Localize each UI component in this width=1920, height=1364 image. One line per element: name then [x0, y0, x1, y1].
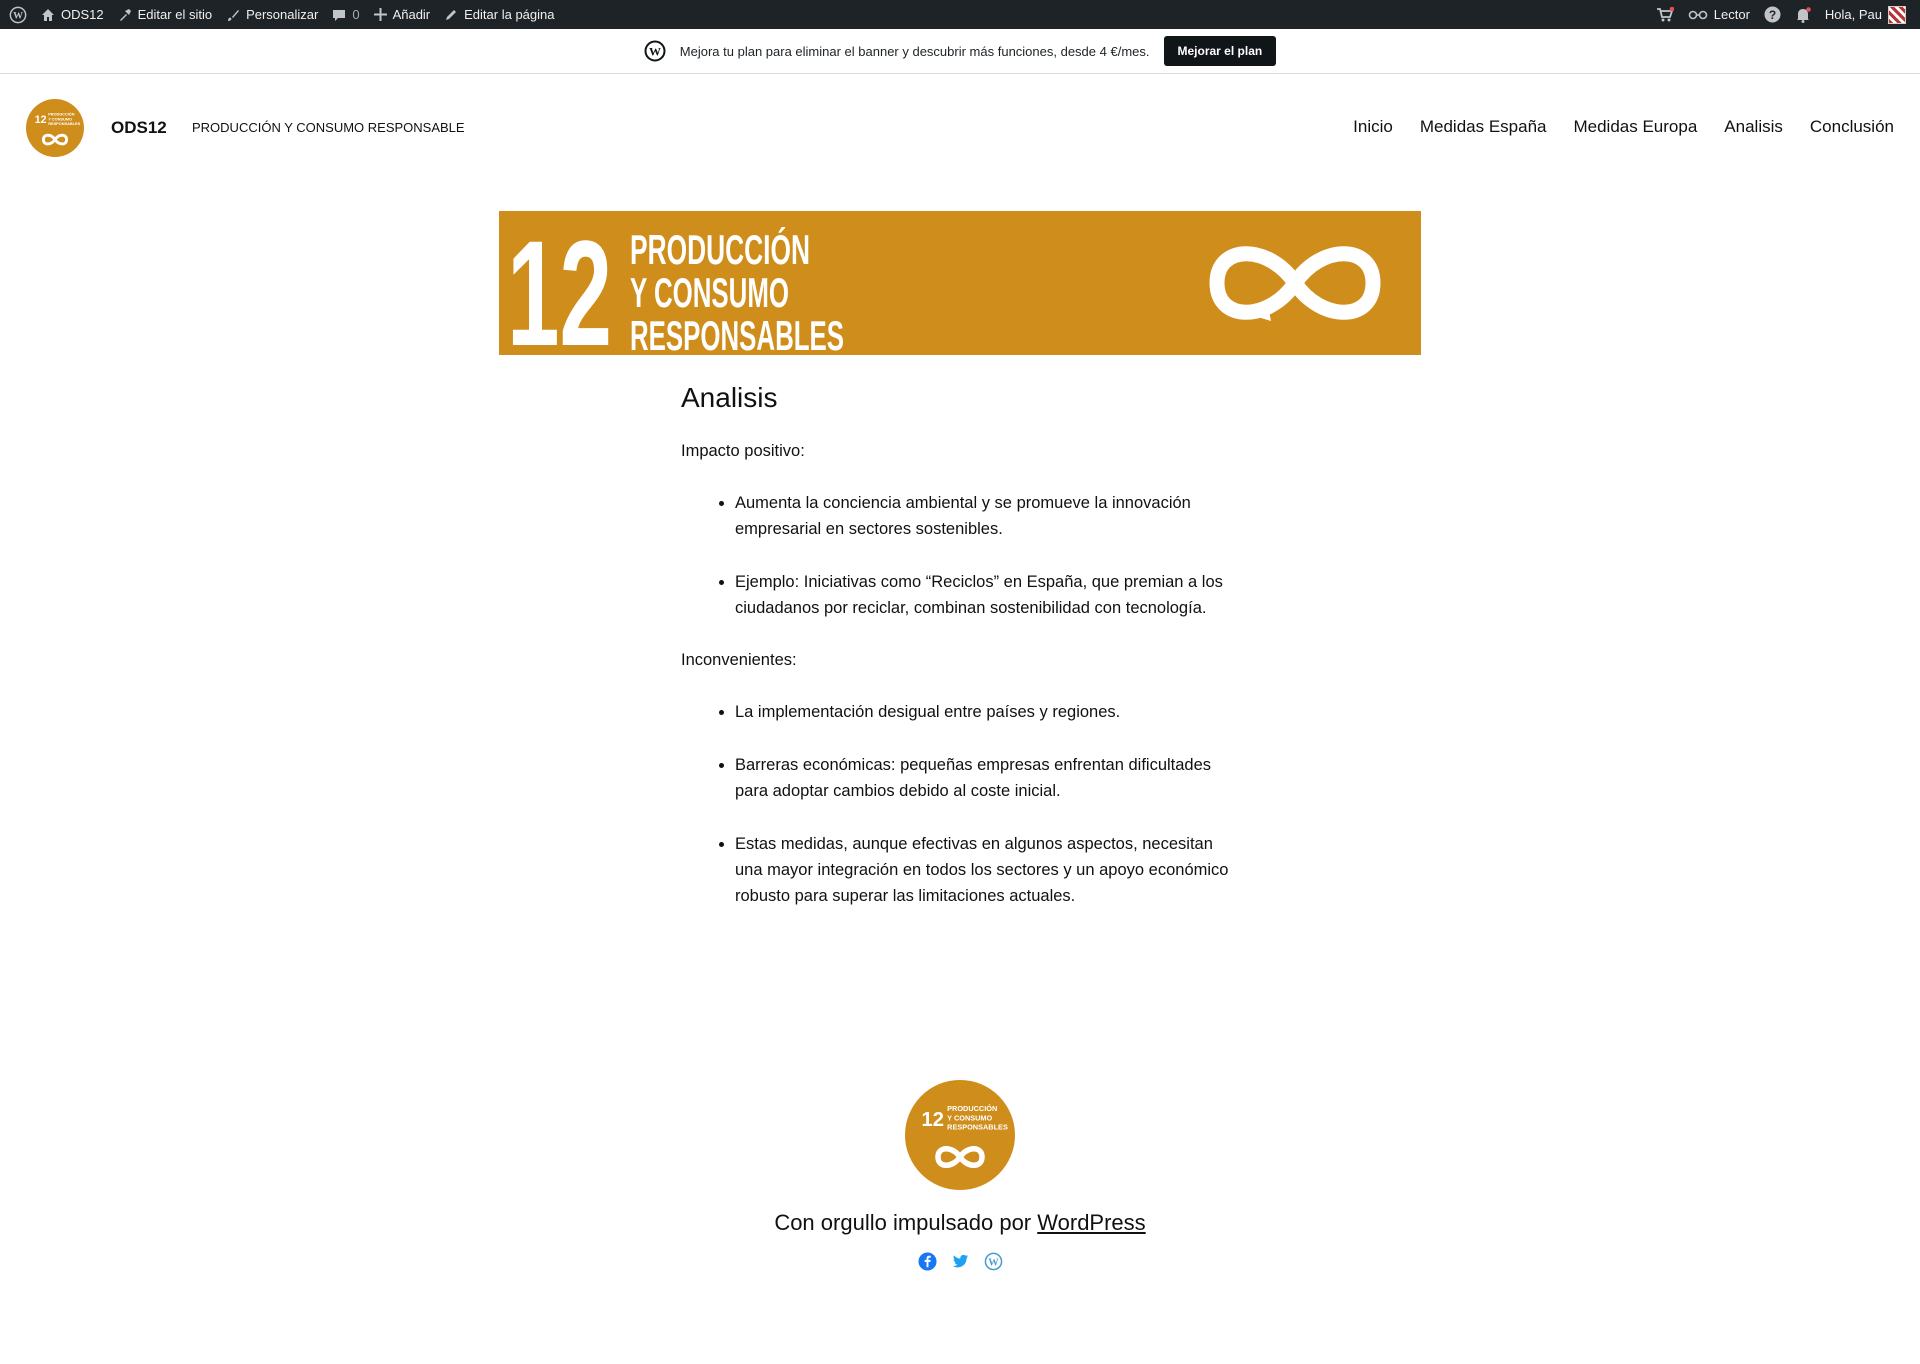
site-header: 12 PRODUCCIÓN Y CONSUMO RESPONSABLES ODS…	[0, 96, 1920, 162]
avatar	[1888, 5, 1906, 24]
post-content: Analisis Impacto positivo: Aumenta la co…	[681, 380, 1241, 935]
powered-prefix: Con orgullo impulsado por	[774, 1210, 1032, 1235]
add-new-button[interactable]: Añadir	[367, 0, 438, 29]
sdg12-hero-banner: 12 PRODUCCIÓN Y CONSUMO RESPONSABLES	[499, 211, 1421, 355]
glasses-icon	[1688, 10, 1708, 19]
list-item: Aumenta la conciencia ambiental y se pro…	[735, 490, 1241, 542]
footer-logo[interactable]: 12 PRODUCCIÓN Y CONSUMO RESPONSABLES	[905, 1080, 1015, 1190]
upgrade-plan-button[interactable]: Mejorar el plan	[1163, 36, 1277, 66]
nav-item-medidas-europa[interactable]: Medidas Europa	[1573, 117, 1697, 137]
site-tagline: PRODUCCIÓN Y CONSUMO RESPONSABLE	[192, 120, 465, 135]
svg-text:W: W	[649, 45, 661, 59]
site-name-menu[interactable]: ODS12	[34, 0, 111, 29]
wordpress-menu[interactable]: W	[0, 0, 34, 29]
list-item: Barreras económicas: pequeñas empresas e…	[735, 752, 1241, 804]
svg-text:RESPONSABLES: RESPONSABLES	[947, 1123, 1008, 1132]
svg-text:12: 12	[35, 114, 47, 126]
svg-text:W: W	[988, 1257, 999, 1268]
nav-item-inicio[interactable]: Inicio	[1353, 117, 1393, 137]
admin-bar: W ODS12 Editar el sitio Personalizar 0 A…	[0, 0, 1920, 29]
my-account-menu[interactable]: Hola, Pau	[1818, 0, 1920, 29]
svg-text:12: 12	[922, 1109, 944, 1131]
svg-text:RESPONSABLES: RESPONSABLES	[48, 122, 80, 126]
add-new-label: Añadir	[392, 7, 431, 22]
facebook-icon[interactable]	[917, 1252, 937, 1271]
site-logo[interactable]: 12 PRODUCCIÓN Y CONSUMO RESPONSABLES	[26, 99, 84, 157]
list-item: Estas medidas, aunque efectivas en algun…	[735, 831, 1241, 909]
wordpress-logo-icon: W	[644, 40, 666, 62]
page-title: Analisis	[681, 382, 778, 413]
edit-site-label: Editar el sitio	[137, 7, 213, 22]
social-links: W	[0, 1252, 1920, 1271]
hammer-icon	[119, 8, 131, 21]
bell-icon	[1796, 6, 1811, 23]
edit-page-label: Editar la página	[464, 7, 555, 22]
svg-text:PRODUCCIÓN: PRODUCCIÓN	[947, 1104, 997, 1113]
edit-page-button[interactable]: Editar la página	[437, 0, 561, 29]
nav-item-medidas-espana[interactable]: Medidas España	[1420, 117, 1547, 137]
positive-list: Aumenta la conciencia ambiental y se pro…	[681, 490, 1241, 621]
reader-button[interactable]: Lector	[1681, 0, 1757, 29]
reader-label: Lector	[1713, 7, 1750, 22]
powered-by: Con orgullo impulsado por WordPress	[0, 1210, 1920, 1236]
banner-message: Mejora tu plan para eliminar el banner y…	[679, 43, 1150, 59]
svg-text:12: 12	[507, 211, 612, 355]
cart-icon	[1656, 6, 1674, 21]
site-name-label: ODS12	[61, 7, 104, 22]
list-item: La implementación desigual entre países …	[735, 699, 1241, 725]
upgrade-banner: W Mejora tu plan para eliminar el banner…	[0, 29, 1920, 74]
negative-heading: Inconvenientes:	[681, 651, 797, 669]
comment-icon	[333, 9, 346, 21]
infinity-icon	[1209, 246, 1381, 321]
site-title[interactable]: ODS12	[111, 118, 167, 138]
svg-text:Y CONSUMO: Y CONSUMO	[630, 269, 789, 316]
svg-text:Y CONSUMO: Y CONSUMO	[48, 117, 72, 121]
brush-icon	[228, 9, 240, 21]
twitter-icon[interactable]	[951, 1252, 970, 1271]
positive-heading: Impacto positivo:	[681, 442, 805, 460]
customize-label: Personalizar	[246, 7, 319, 22]
nav-item-conclusion[interactable]: Conclusión	[1810, 117, 1894, 137]
sdg12-banner-graphic: 12 PRODUCCIÓN Y CONSUMO RESPONSABLES	[507, 211, 1381, 355]
pencil-icon	[446, 9, 457, 20]
list-item: Ejemplo: Iniciativas como “Reciclos” en …	[735, 569, 1241, 621]
help-button[interactable]: ?	[1757, 0, 1788, 29]
help-icon: ?	[1764, 6, 1781, 23]
home-icon	[42, 8, 54, 21]
site-footer: 12 PRODUCCIÓN Y CONSUMO RESPONSABLES Con…	[0, 1080, 1920, 1271]
comments-count: 0	[352, 7, 360, 22]
cart-button[interactable]	[1649, 0, 1681, 29]
svg-text:W: W	[13, 10, 23, 21]
svg-text:RESPONSABLES: RESPONSABLES	[630, 312, 844, 355]
nav-item-analisis[interactable]: Analisis	[1724, 117, 1783, 137]
svg-text:Y CONSUMO: Y CONSUMO	[947, 1113, 992, 1122]
svg-text:PRODUCCIÓN: PRODUCCIÓN	[48, 111, 75, 116]
svg-text:PRODUCCIÓN: PRODUCCIÓN	[630, 225, 810, 273]
comments-button[interactable]: 0	[325, 0, 366, 29]
edit-site-button[interactable]: Editar el sitio	[111, 0, 219, 29]
greeting-label: Hola, Pau	[1824, 7, 1882, 22]
customize-button[interactable]: Personalizar	[219, 0, 325, 29]
wordpress-icon[interactable]: W	[984, 1252, 1003, 1271]
notifications-button[interactable]	[1788, 0, 1818, 29]
plus-icon	[373, 8, 387, 21]
main-navigation: Inicio Medidas España Medidas Europa Ana…	[1353, 117, 1894, 137]
svg-text:?: ?	[1769, 8, 1776, 22]
wordpress-link[interactable]: WordPress	[1037, 1210, 1145, 1235]
negative-list: La implementación desigual entre países …	[681, 699, 1241, 909]
wordpress-icon: W	[9, 6, 27, 23]
